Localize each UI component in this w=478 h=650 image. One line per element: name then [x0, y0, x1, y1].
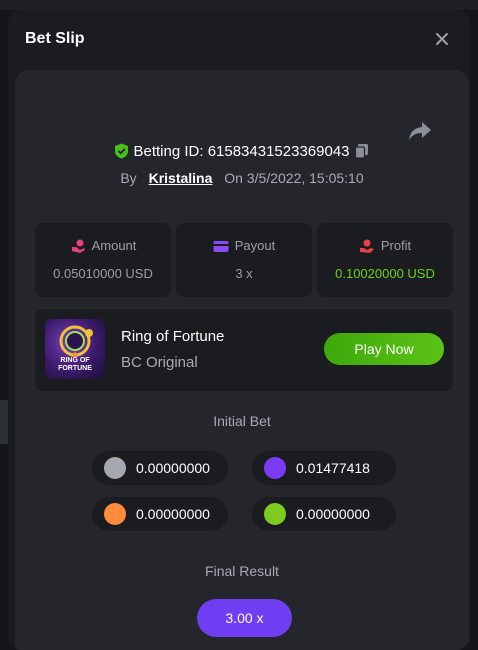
- coin-purple-icon: [264, 457, 286, 479]
- on-label: On: [224, 170, 243, 186]
- background-panel-top: [0, 0, 478, 10]
- game-thumbnail-text-line2: FORTUNE: [58, 365, 92, 372]
- coin-green-icon: [264, 503, 286, 525]
- coin-amount-2[interactable]: 0.01477418: [252, 451, 396, 485]
- amount-stat: Amount 0.05010000 USD: [35, 223, 171, 297]
- game-provider: BC Original: [121, 354, 198, 371]
- modal-title: Bet Slip: [25, 30, 85, 47]
- initial-bet-label: Initial Bet: [213, 413, 271, 429]
- bet-details-card: Betting ID: 61583431523369043 By Kristal…: [15, 70, 469, 650]
- amount-label: Amount: [91, 238, 137, 253]
- wallet-icon: [213, 241, 229, 252]
- coin-amount-value: 0.00000000: [136, 506, 210, 522]
- game-thumbnail-text: RING OF FORTUNE: [45, 357, 105, 373]
- payout-value: 3 x: [235, 266, 253, 281]
- amount-icon: [71, 239, 85, 253]
- copy-icon[interactable]: [354, 143, 370, 159]
- user-link[interactable]: Kristalina: [149, 170, 213, 186]
- coin-amount-value: 0.00000000: [136, 460, 210, 476]
- coin-orange-icon: [104, 503, 126, 525]
- game-card: RING OF FORTUNE Ring of Fortune BC Origi…: [35, 309, 453, 391]
- game-thumbnail-text-line1: RING OF: [60, 357, 90, 364]
- payout-label: Payout: [234, 238, 276, 253]
- bet-author-row: By Kristalina On 3/5/2022, 15:05:10: [15, 170, 469, 186]
- coin-amount-value: 0.00000000: [296, 506, 370, 522]
- betting-id-row: Betting ID: 61583431523369043: [15, 143, 469, 160]
- share-icon[interactable]: [408, 120, 432, 142]
- profit-stat: Profit 0.10020000 USD: [317, 223, 453, 297]
- verified-shield-icon: [115, 143, 129, 159]
- profit-value: 0.10020000 USD: [335, 266, 435, 281]
- amount-value: 0.05010000 USD: [53, 266, 153, 281]
- game-thumbnail[interactable]: RING OF FORTUNE: [45, 319, 105, 379]
- betting-id-value: 61583431523369043: [207, 143, 350, 160]
- bet-timestamp: 3/5/2022, 15:05:10: [246, 170, 364, 186]
- bet-slip-modal: Bet Slip Betting ID: 61583431523369043 B…: [8, 10, 470, 650]
- coin-amount-3[interactable]: 0.00000000: [92, 497, 228, 531]
- close-icon[interactable]: [434, 31, 450, 47]
- coin-amount-value: 0.01477418: [296, 460, 370, 476]
- final-result-label: Final Result: [205, 563, 279, 579]
- background-panel-left: [0, 400, 8, 444]
- betting-id-label: Betting ID:: [133, 143, 204, 160]
- coin-amount-4[interactable]: 0.00000000: [252, 497, 396, 531]
- final-result-badge: 3.00 x: [197, 599, 292, 637]
- fortune-wheel-icon: [59, 325, 93, 357]
- coin-amount-1[interactable]: 0.00000000: [92, 451, 228, 485]
- game-name: Ring of Fortune: [121, 328, 225, 345]
- profit-icon: [359, 239, 374, 253]
- play-now-button[interactable]: Play Now: [324, 333, 444, 365]
- profit-label: Profit: [380, 238, 412, 253]
- payout-stat: Payout 3 x: [176, 223, 312, 297]
- by-label: By: [120, 170, 137, 186]
- coin-grey-icon: [104, 457, 126, 479]
